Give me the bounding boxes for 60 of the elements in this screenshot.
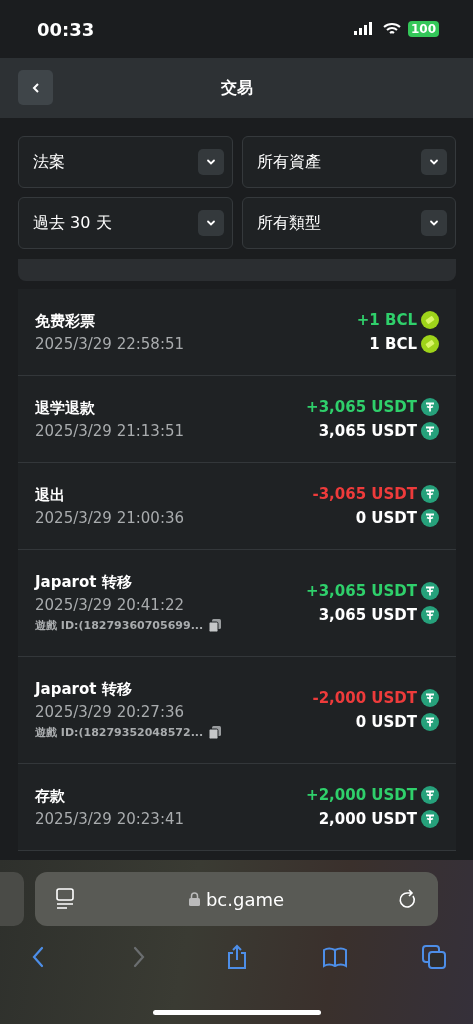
transaction-time: 2025/3/29 20:27:36 — [35, 703, 186, 721]
amount-change: +3,065 USDT — [306, 398, 417, 416]
filter-dropdown[interactable]: 所有資產 — [241, 136, 456, 188]
transaction-title: 免费彩票 — [35, 311, 96, 331]
amount-change: -2,000 USDT — [312, 689, 417, 707]
transaction-title: Japarot 转移 — [35, 573, 133, 592]
filter-dropdown[interactable]: 法案 — [18, 136, 233, 188]
chevron-down-icon — [205, 218, 216, 228]
transaction-time: 2025/3/29 20:23:41 — [35, 809, 185, 828]
transaction-time: 2025/3/29 21:13:51 — [35, 421, 185, 440]
tether-coin-icon — [421, 582, 439, 600]
game-id: 遊戲 ID:(18279352048572... — [35, 725, 204, 740]
transaction-title: 退出 — [35, 485, 66, 505]
amount-change: +1 BCL — [356, 311, 417, 329]
wifi-icon — [382, 22, 401, 36]
amount-change: -3,065 USDT — [312, 485, 417, 503]
battery-level: 100 — [407, 21, 439, 37]
lock-icon — [188, 892, 200, 906]
balance-amount: 3,065 USDT — [318, 606, 417, 624]
filter-dropdown[interactable]: 所有類型 — [241, 197, 456, 249]
tether-coin-icon — [421, 810, 439, 828]
balance-amount: 3,065 USDT — [318, 422, 417, 440]
tether-coin-icon — [421, 606, 439, 624]
page-title: 交易 — [220, 77, 253, 99]
back-button[interactable] — [18, 70, 53, 105]
chevron-down-icon — [205, 157, 216, 167]
chevron-down-icon — [429, 157, 439, 167]
tether-coin-icon — [421, 398, 439, 416]
address-bar[interactable]: bc.game — [35, 872, 438, 926]
tether-coin-icon — [421, 786, 439, 804]
tether-coin-icon — [421, 422, 439, 440]
tether-coin-icon — [421, 485, 439, 503]
tether-coin-icon — [421, 689, 439, 707]
chevron-left-icon — [30, 81, 41, 94]
transaction-title: 存款 — [35, 786, 66, 806]
transaction-title: Japarot 转移 — [35, 680, 133, 699]
tether-coin-icon — [421, 713, 439, 731]
balance-amount: 0 USDT — [355, 713, 417, 731]
filter-dropdown[interactable]: 過去 30 天 — [18, 197, 233, 249]
url-text: bc.game — [205, 888, 285, 910]
copy-icon[interactable] — [209, 619, 222, 632]
balance-amount: 1 BCL — [369, 335, 417, 353]
tether-coin-icon — [421, 509, 439, 527]
balance-amount: 2,000 USDT — [318, 810, 417, 828]
chevron-down-icon — [429, 218, 439, 228]
transaction-title: 退学退款 — [35, 398, 96, 418]
reload-icon[interactable] — [398, 888, 418, 910]
amount-change: +2,000 USDT — [306, 786, 417, 804]
ticket-coin-icon — [421, 311, 439, 329]
reader-icon[interactable] — [55, 888, 75, 910]
transaction-time: 2025/3/29 22:58:51 — [35, 334, 185, 353]
transaction-time: 2025/3/29 21:00:36 — [35, 508, 185, 527]
copy-icon[interactable] — [209, 726, 222, 739]
game-id: 遊戲 ID:(18279360705699... — [35, 618, 204, 633]
balance-amount: 0 USDT — [355, 509, 417, 527]
transaction-time: 2025/3/29 20:41:22 — [35, 596, 186, 614]
ticket-coin-icon — [421, 335, 439, 353]
clock-time: 00:33 — [37, 18, 95, 40]
amount-change: +3,065 USDT — [306, 582, 417, 600]
tabs-icon[interactable] — [421, 944, 447, 970]
